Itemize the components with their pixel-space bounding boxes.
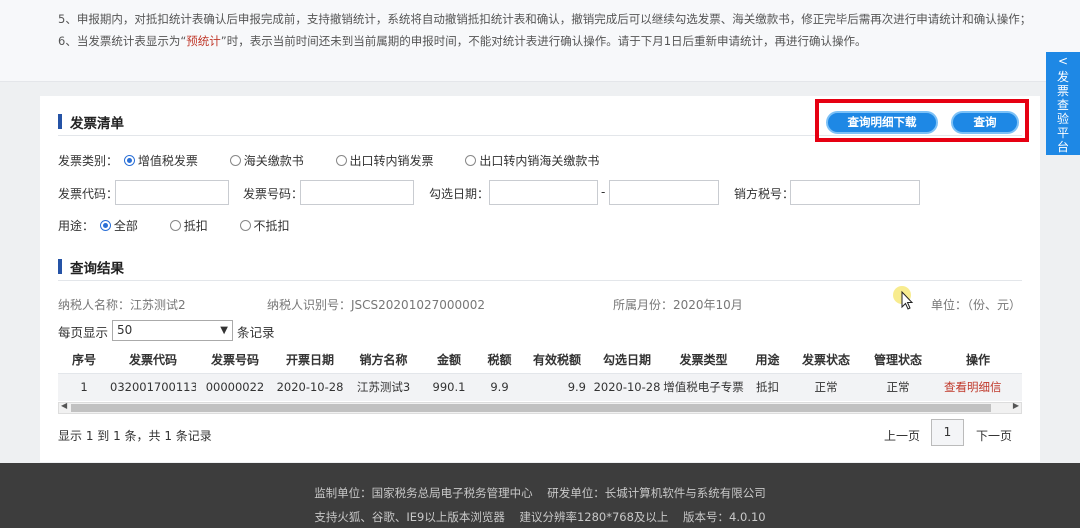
- col-header: 有效税额: [522, 347, 592, 373]
- col-header: 操作: [934, 347, 1022, 373]
- prev-page-link[interactable]: 上一页: [884, 427, 920, 444]
- radio-unchecked-icon[interactable]: [465, 155, 477, 166]
- per-page-label: 每页显示: [58, 325, 109, 340]
- notice-line-6: 6、当发票统计表显示为“预统计”时，表示当前时间还未到当前属期的申报时间，不能对…: [58, 34, 867, 48]
- records-summary: 显示 1 到 1 条，共 1 条记录: [58, 429, 212, 443]
- radio-export-domestic-customs[interactable]: 出口转内销海关缴款书: [463, 154, 599, 168]
- radio-checked-icon[interactable]: [123, 155, 135, 166]
- check-date-to-input[interactable]: [609, 180, 719, 205]
- invoice-code-input[interactable]: [115, 180, 229, 205]
- pre-stat-highlight: 预统计: [186, 34, 221, 48]
- seller-tax-id-label: 销方税号：: [734, 187, 795, 201]
- col-header: 管理状态: [862, 347, 934, 373]
- query-button[interactable]: 查询: [951, 111, 1019, 134]
- table-cell: 9.9: [522, 372, 592, 401]
- table-cell: 正常: [790, 372, 862, 401]
- notice-panel: 5、申报期内，对抵扣统计表确认后申报完成前，支持撤销统计，系统将自动撤销抵扣统计…: [0, 0, 1080, 82]
- view-detail-link[interactable]: 查看明细信: [934, 372, 1022, 401]
- chevron-down-icon: ▼: [220, 325, 228, 336]
- footer: 监制单位：国家税务总局电子税务管理中心 研发单位：长城计算机软件与系统有限公司 …: [0, 463, 1080, 528]
- radio-export-domestic-invoice[interactable]: 出口转内销发票: [334, 154, 434, 168]
- col-header: 发票状态: [790, 347, 862, 373]
- taxpayer-name: 纳税人名称：江苏测试2: [58, 298, 186, 312]
- invoice-type-group: 发票类别： 增值税发票 海关缴款书 出口转内销发票 出口转内销海关缴款书: [58, 152, 625, 169]
- footer-line-1: 监制单位：国家税务总局电子税务管理中心 研发单位：长城计算机软件与系统有限公司: [314, 486, 766, 500]
- col-header: 销方名称: [346, 347, 421, 373]
- notice-line-5: 5、申报期内，对抵扣统计表确认后申报完成前，支持撤销统计，系统将自动撤销抵扣统计…: [58, 12, 1032, 26]
- seller-tax-id-input[interactable]: [790, 180, 920, 205]
- table-cell: 032001700113: [110, 372, 196, 401]
- main-panel: 发票清单 查询明细下载 查询 发票类别： 增值税发票 海关缴款书 出口转内销发票…: [40, 96, 1040, 462]
- radio-unchecked-icon[interactable]: [229, 155, 241, 166]
- radio-usage-deduct[interactable]: 抵扣: [168, 219, 208, 233]
- page-number-button[interactable]: 1: [931, 419, 964, 446]
- col-header: 用途: [745, 347, 790, 373]
- invoice-type-label: 发票类别：: [58, 154, 119, 168]
- side-tab-label: 发票查验平台: [1056, 70, 1069, 154]
- invoice-code-label: 发票代码：: [58, 187, 119, 201]
- table-cell: 抵扣: [745, 372, 790, 401]
- tax-month: 所属月份：2020年10月: [613, 298, 743, 312]
- invoice-list-title: 发票清单: [58, 112, 124, 132]
- table-cell: 增值税电子专票: [662, 372, 745, 401]
- table-cell: 990.1: [421, 372, 477, 401]
- per-page-suffix: 条记录: [237, 325, 275, 340]
- col-header: 发票类型: [662, 347, 745, 373]
- mouse-cursor-icon: [893, 286, 914, 310]
- table-header: 序号 发票代码 发票号码 开票日期 销方名称 金额 税额 有效税额 勾选日期 发…: [58, 347, 1022, 373]
- table-cell: 1: [58, 372, 110, 401]
- scroll-right-icon[interactable]: ▶: [1013, 401, 1019, 410]
- col-header: 税额: [477, 347, 522, 373]
- table-cell: 2020-10-28: [592, 372, 662, 401]
- check-date-from-input[interactable]: [489, 180, 598, 205]
- taxpayer-id: 纳税人识别号：JSCS20201027000002: [267, 298, 486, 312]
- scrollbar-thumb[interactable]: [71, 404, 991, 412]
- radio-usage-all[interactable]: 全部: [98, 219, 138, 233]
- radio-checked-icon[interactable]: [99, 220, 111, 231]
- invoice-number-input[interactable]: [300, 180, 414, 205]
- chevron-left-icon: <: [1057, 54, 1069, 68]
- col-header: 开票日期: [274, 347, 346, 373]
- invoice-number-label: 发票号码：: [243, 187, 304, 201]
- check-date-label: 勾选日期：: [429, 187, 490, 201]
- results-table: 序号 发票代码 发票号码 开票日期 销方名称 金额 税额 有效税额 勾选日期 发…: [58, 347, 1022, 401]
- invoice-verification-side-tab[interactable]: < 发票查验平台: [1046, 52, 1080, 155]
- table-cell: 00000022: [196, 372, 274, 401]
- table-cell: 江苏测试3: [346, 372, 421, 401]
- footer-line-2: 支持火狐、谷歌、IE9以上版本浏览器 建议分辨率1280*768及以上 版本号：…: [314, 510, 766, 524]
- query-detail-download-button[interactable]: 查询明细下载: [826, 111, 938, 134]
- usage-group: 用途： 全部 抵扣 不抵扣: [58, 217, 316, 234]
- table-cell: 正常: [862, 372, 934, 401]
- horizontal-scrollbar[interactable]: ◀ ▶: [58, 401, 1022, 414]
- query-results-title: 查询结果: [58, 257, 124, 277]
- radio-unchecked-icon[interactable]: [335, 155, 347, 166]
- radio-usage-no-deduct[interactable]: 不抵扣: [238, 219, 290, 233]
- divider: [58, 280, 1022, 281]
- radio-unchecked-icon[interactable]: [239, 220, 251, 231]
- highlight-box: 查询明细下载 查询: [815, 99, 1029, 142]
- unit-label: 单位：（份、元）: [931, 298, 1022, 312]
- radio-customs-payment[interactable]: 海关缴款书: [228, 154, 304, 168]
- table-row: 1 032001700113 00000022 2020-10-28 江苏测试3…: [58, 372, 1022, 401]
- per-page-select[interactable]: 50 ▼: [112, 320, 233, 341]
- table-cell: 9.9: [477, 372, 522, 401]
- col-header: 发票代码: [110, 347, 196, 373]
- date-separator: -: [601, 185, 606, 199]
- col-header: 序号: [58, 347, 110, 373]
- col-header: 金额: [421, 347, 477, 373]
- next-page-link[interactable]: 下一页: [976, 427, 1012, 444]
- col-header: 勾选日期: [592, 347, 662, 373]
- usage-label: 用途：: [58, 219, 95, 233]
- scroll-left-icon[interactable]: ◀: [61, 401, 67, 410]
- radio-unchecked-icon[interactable]: [169, 220, 181, 231]
- table-cell: 2020-10-28: [274, 372, 346, 401]
- radio-vat-invoice[interactable]: 增值税发票: [122, 154, 198, 168]
- col-header: 发票号码: [196, 347, 274, 373]
